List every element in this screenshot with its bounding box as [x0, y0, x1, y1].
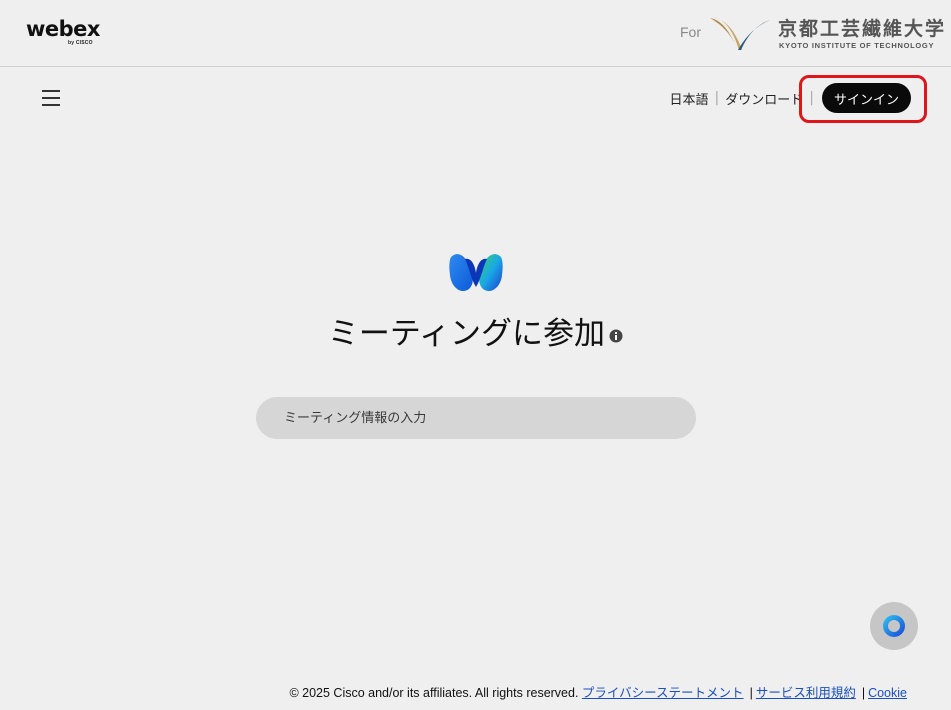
nav-separator: | — [714, 90, 720, 106]
header: webex by CISCO For 京都工芸繊維大学 KYOTO INSTIT… — [0, 0, 951, 67]
terms-of-service-link[interactable]: サービス利用規約 — [756, 686, 856, 700]
partner-name: 京都工芸繊維大学 — [778, 18, 947, 40]
brand-sub: by CISCO — [68, 40, 93, 46]
nav-separator: | — [809, 90, 814, 106]
meeting-info-input[interactable] — [256, 397, 696, 439]
webex-logo-icon — [449, 254, 503, 292]
partner-subtitle: KYOTO INSTITUTE OF TECHNOLOGY — [779, 41, 935, 50]
footer-separator: | — [861, 686, 866, 700]
webex-assistant-button[interactable] — [870, 602, 918, 650]
cookie-link[interactable]: Cookie — [868, 686, 907, 700]
brand-wordmark: webex — [26, 17, 100, 41]
download-link[interactable]: ダウンロード — [725, 89, 803, 108]
page-title: ミーティングに参加 — [0, 312, 951, 356]
info-icon[interactable] — [609, 329, 623, 343]
language-selector[interactable]: 日本語 — [670, 89, 709, 108]
for-label: For — [680, 24, 701, 40]
hamburger-menu-icon[interactable] — [38, 84, 64, 110]
webex-brand-logo[interactable]: webex by CISCO — [26, 16, 106, 50]
copyright-text: © 2025 Cisco and/or its affiliates. All … — [289, 686, 579, 700]
signin-button[interactable]: サインイン — [821, 83, 911, 113]
privacy-statement-link[interactable]: プライバシーステートメント — [582, 686, 744, 700]
webex-assistant-icon — [883, 615, 905, 637]
page-title-text: ミーティングに参加 — [327, 316, 606, 352]
footer-separator: | — [749, 686, 753, 700]
top-navigation: 日本語 | ダウンロード | サインイン — [670, 82, 911, 114]
footer: © 2025 Cisco and/or its affiliates. All … — [289, 682, 907, 701]
kit-logo-mark-icon — [710, 17, 770, 50]
